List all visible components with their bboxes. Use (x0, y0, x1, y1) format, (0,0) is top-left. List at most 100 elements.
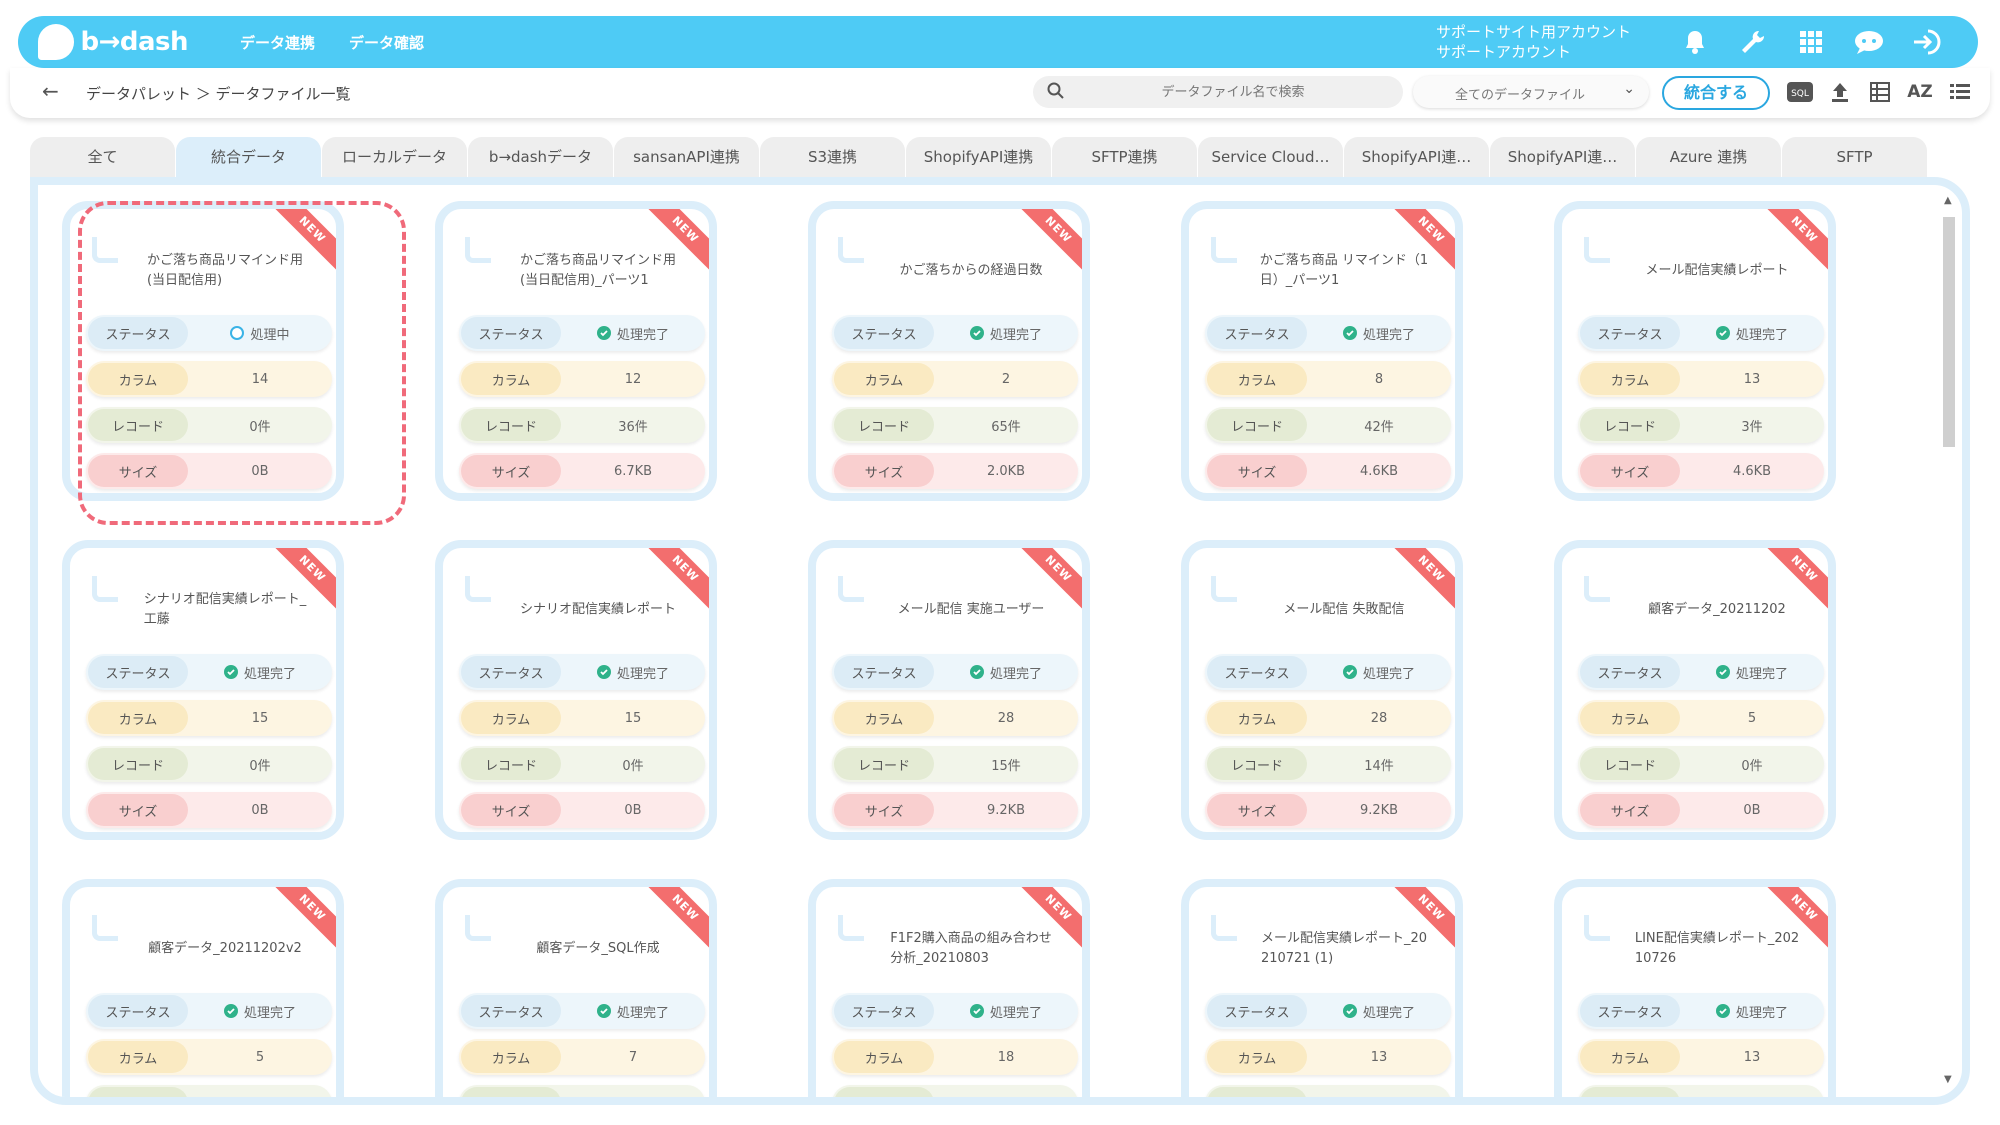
size-label: サイズ (461, 455, 561, 487)
merge-button[interactable]: 統合する (1662, 76, 1770, 110)
data-file-card[interactable]: NEW かご落ち商品リマインド用 (当日配信用)_パーツ1 ステータス 処理完了 カラム 1… (435, 201, 717, 501)
status-label: ステータス (834, 317, 934, 349)
size-label: サイズ (834, 455, 934, 487)
status-row: ステータス 処理完了 (86, 993, 332, 1029)
bell-icon[interactable] (1678, 25, 1712, 59)
file-corner-icon (1584, 915, 1610, 941)
size-label: サイズ (1207, 455, 1307, 487)
status-value: 処理完了 (934, 663, 1078, 682)
column-label: カラム (1207, 702, 1307, 734)
status-value: 処理中 (188, 324, 332, 343)
tab-6[interactable]: ShopifyAPI連携 (906, 137, 1051, 177)
record-row: レコード 0件 (86, 407, 332, 443)
check-circle-icon (1715, 665, 1730, 679)
logout-icon[interactable] (1910, 25, 1944, 59)
account-info[interactable]: サポートサイト用アカウント サポートアカウント (1436, 22, 1631, 62)
column-row: カラム 7 (459, 1039, 705, 1075)
data-file-card[interactable]: NEW かご落ち商品リマインド用 (当日配信用) ステータス 処理中 カラム 14 レコード 0… (62, 201, 344, 501)
app-logo[interactable]: b→dash (38, 24, 188, 60)
file-corner-icon (838, 915, 864, 941)
column-label: カラム (834, 702, 934, 734)
record-value: 3件 (1741, 419, 1763, 435)
data-file-card[interactable]: NEW メール配信実績レポート ステータス 処理完了 カラム 13 レコード 3件 サイズ 4.6… (1554, 201, 1836, 501)
upload-icon[interactable] (1826, 78, 1854, 106)
status-value: 処理完了 (561, 663, 705, 682)
scroll-down-icon[interactable]: ▼ (1944, 1074, 1952, 1085)
data-file-card[interactable]: NEW メール配信 失敗配信 ステータス 処理完了 カラム 28 レコード 14件 サイズ 9.2… (1181, 540, 1463, 840)
data-file-card[interactable]: NEW シナリオ配信実績レポート ステータス 処理完了 カラム 15 レコード 0件 サイズ 0B (435, 540, 717, 840)
nav-data-integration[interactable]: データ連携 (240, 32, 315, 53)
search-box[interactable] (1033, 76, 1403, 108)
grid-icon[interactable] (1794, 25, 1828, 59)
table-view-icon[interactable] (1866, 78, 1894, 106)
tab-2[interactable]: ローカルデータ (322, 137, 467, 177)
record-row: レコード 0件 (1578, 746, 1824, 782)
file-corner-icon (1584, 237, 1610, 263)
data-file-card[interactable]: NEW メール配信 実施ユーザー ステータス 処理完了 カラム 28 レコード 15件 サイズ 9… (808, 540, 1090, 840)
data-file-card[interactable]: NEW 顧客データ_20211202 ステータス 処理完了 カラム 5 レコード 0件 サイズ 0… (1554, 540, 1836, 840)
card-title-line: 工藤 (143, 612, 170, 627)
toolbar: ← データパレット ＞ データファイル一覧 全てのデータファイル ⌄ 統合する … (10, 68, 1990, 118)
tab-5[interactable]: S3連携 (760, 137, 905, 177)
column-value: 5 (255, 1049, 265, 1065)
tab-11[interactable]: Azure 連携 (1636, 137, 1781, 177)
account-user: サポートアカウント (1436, 43, 1572, 61)
sort-az-icon[interactable]: AZ (1906, 78, 1934, 106)
status-row: ステータス 処理完了 (86, 654, 332, 690)
tab-1[interactable]: 統合データ (176, 137, 321, 177)
sql-icon[interactable]: SQL (1786, 78, 1814, 106)
tab-4[interactable]: sansanAPI連携 (614, 137, 759, 177)
card-title: シナリオ配信実績レポート (503, 588, 693, 632)
tab-12[interactable]: SFTP (1782, 137, 1927, 177)
status-text: 処理完了 (616, 1005, 669, 1021)
size-label: サイズ (1580, 455, 1680, 487)
scroll-up-icon[interactable]: ▲ (1944, 195, 1952, 206)
account-name: サポートサイト用アカウント (1436, 23, 1632, 41)
status-value: 処理完了 (1307, 1002, 1451, 1021)
data-file-card[interactable]: NEW LINE配信実績レポート_202 10726 ステータス 処理完了 カラム 13 レコ… (1554, 879, 1836, 1097)
column-value: 13 (1743, 371, 1761, 387)
status-text: 処理中 (250, 327, 290, 343)
record-row: レコード 14件 (1205, 746, 1451, 782)
card-title-line: 顧客データ_SQL作成 (536, 941, 660, 956)
data-file-card[interactable]: NEW メール配信実績レポート_20 210721 (1) ステータス 処理完了 カラム 1… (1181, 879, 1463, 1097)
search-input[interactable] (1083, 80, 1383, 104)
size-row: サイズ 0B (86, 453, 332, 489)
data-file-card[interactable]: NEW顧客データ_SQL作成ステータス処理完了カラム7レコードサイズ (435, 879, 717, 1097)
record-value: 14件 (1364, 758, 1394, 774)
status-row: ステータス 処理完了 (1578, 654, 1824, 690)
data-file-card[interactable]: NEW顧客データ_20211202v2ステータス処理完了カラム5レコードサイズ (62, 879, 344, 1097)
chat-icon[interactable] (1852, 25, 1886, 59)
data-file-card[interactable]: NEW シナリオ配信実績レポート_ 工藤 ステータス 処理完了 カラム 15 レコード 0件 サイ… (62, 540, 344, 840)
data-file-card[interactable]: NEW F1F2購入商品の組み合わせ 分析_20210803 ステータス 処理完了 カラム… (808, 879, 1090, 1097)
column-row: カラム 15 (459, 700, 705, 736)
status-text: 処理完了 (989, 327, 1042, 343)
column-value: 13 (1370, 1049, 1388, 1065)
tab-7[interactable]: SFTP連携 (1052, 137, 1197, 177)
tab-8[interactable]: Service Cloud… (1198, 137, 1343, 177)
back-arrow-icon[interactable]: ← (42, 79, 59, 103)
scroll-thumb[interactable] (1943, 217, 1955, 447)
wrench-icon[interactable] (1736, 25, 1770, 59)
record-label: レコード (88, 1087, 188, 1097)
size-value: 9.2KB (1359, 802, 1399, 818)
list-view-icon[interactable] (1946, 78, 1974, 106)
file-corner-icon (465, 237, 491, 263)
tab-10[interactable]: ShopifyAPI連… (1490, 137, 1635, 177)
size-row: サイズ 4.6KB (1578, 453, 1824, 489)
check-circle-icon (223, 665, 238, 679)
card-title: メール配信 失敗配信 (1249, 588, 1439, 632)
status-text: 処理完了 (1362, 1005, 1415, 1021)
nav-data-confirm[interactable]: データ確認 (349, 32, 424, 53)
tab-3[interactable]: b→dashデータ (468, 137, 613, 177)
tab-9[interactable]: ShopifyAPI連… (1344, 137, 1489, 177)
column-row: カラム 5 (1578, 700, 1824, 736)
check-circle-icon (969, 326, 984, 340)
status-label: ステータス (834, 656, 934, 688)
status-row: ステータス 処理完了 (459, 993, 705, 1029)
data-file-card[interactable]: NEW かご落ち商品 リマインド（1 日）_パーツ1 ステータス 処理完了 カラム 8 レコー… (1181, 201, 1463, 501)
tab-0[interactable]: 全て (30, 137, 175, 177)
file-filter-select[interactable]: 全てのデータファイル ⌄ (1413, 76, 1649, 108)
data-file-card[interactable]: NEW かご落ちからの経過日数 ステータス 処理完了 カラム 2 レコード 65件 サイズ 2.0… (808, 201, 1090, 501)
scrollbar[interactable]: ▲ ▼ (1942, 195, 1956, 1085)
